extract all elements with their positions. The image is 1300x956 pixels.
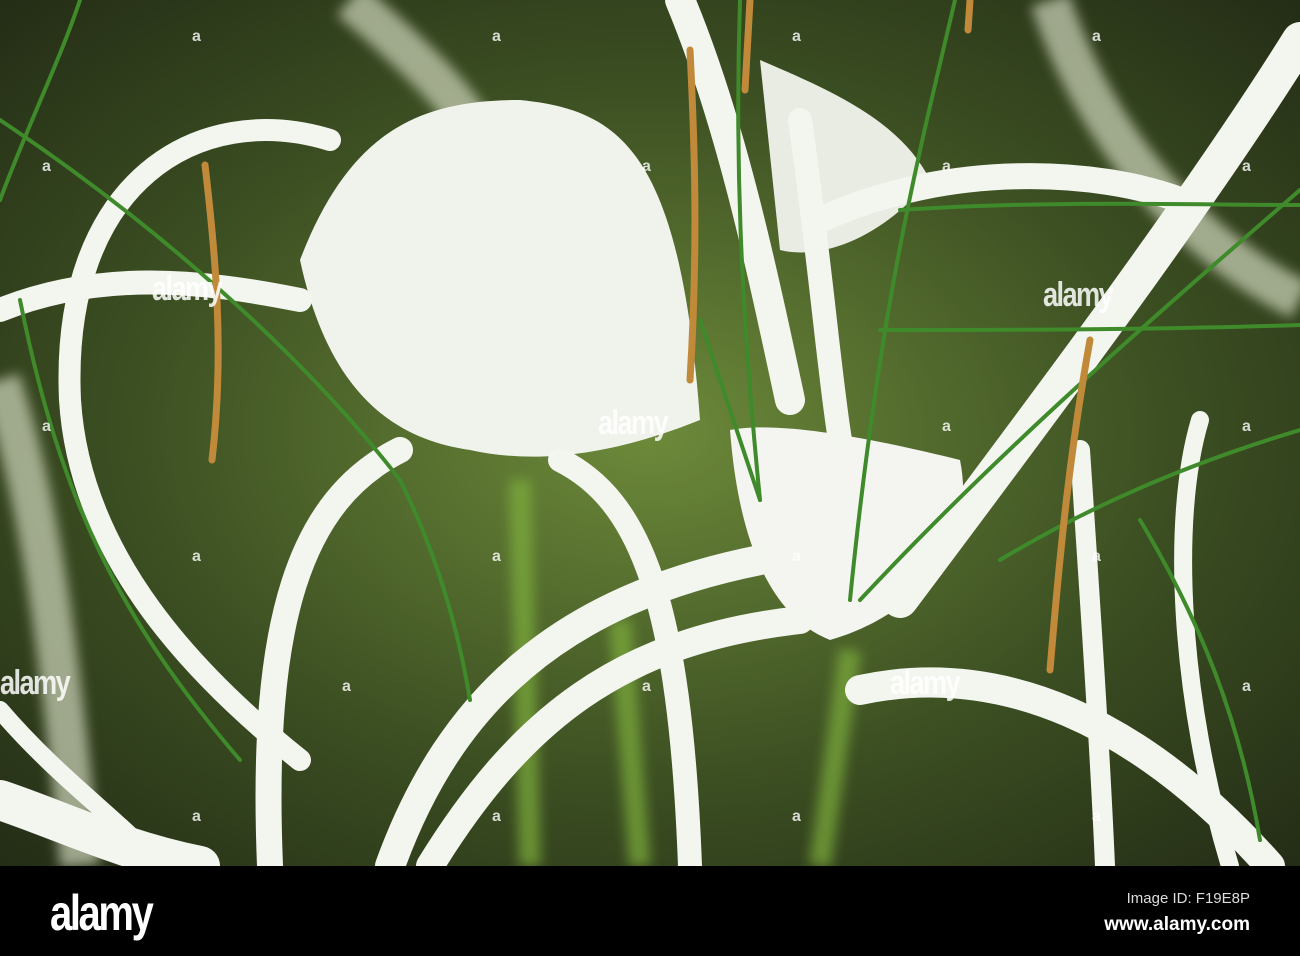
watermark-mark: a	[1092, 548, 1101, 565]
watermark-mark: a	[642, 158, 651, 175]
watermark-mark: a	[492, 548, 501, 565]
footer-bar: alamy Image ID: F19E8P www.alamy.com	[0, 866, 1300, 956]
image-id: Image ID: F19E8P	[1126, 890, 1250, 907]
watermark-mark: a	[492, 28, 501, 45]
watermark-text: alamy	[890, 664, 961, 702]
stock-photo: alamy alamy alamy alamy alamy a a a a a …	[0, 0, 1300, 956]
watermark-text: alamy	[598, 404, 669, 442]
watermark-mark: a	[192, 548, 201, 565]
site-url: www.alamy.com	[1104, 914, 1250, 935]
watermark-mark: a	[42, 158, 51, 175]
watermark-mark: a	[1242, 678, 1251, 695]
watermark-mark: a	[792, 28, 801, 45]
watermark-mark: a	[1092, 808, 1101, 825]
alamy-logo: alamy	[50, 885, 154, 941]
watermark-mark: a	[192, 28, 201, 45]
watermark-mark: a	[642, 678, 651, 695]
watermark-mark: a	[1092, 28, 1101, 45]
watermark-text: alamy	[0, 664, 71, 702]
watermark-mark: a	[42, 418, 51, 435]
watermark-mark: a	[1242, 158, 1251, 175]
watermark-mark: a	[342, 678, 351, 695]
watermark-mark: a	[192, 808, 201, 825]
watermark-mark: a	[1242, 418, 1251, 435]
watermark-mark: a	[942, 158, 951, 175]
watermark-text: alamy	[152, 270, 223, 308]
watermark-mark: a	[492, 808, 501, 825]
watermark-mark: a	[792, 808, 801, 825]
watermark-mark: a	[942, 418, 951, 435]
watermark-text: alamy	[1043, 276, 1114, 314]
watermark-mark: a	[792, 548, 801, 565]
